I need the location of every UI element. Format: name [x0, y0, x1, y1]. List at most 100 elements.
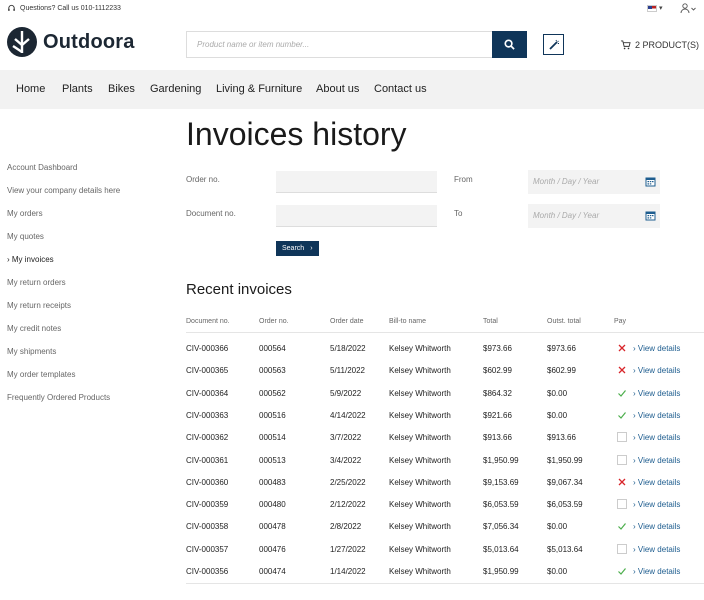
pay-checkbox[interactable] — [617, 543, 627, 554]
tree-logo-icon — [7, 27, 37, 57]
document-no-input[interactable] — [276, 205, 437, 227]
nav-bikes[interactable]: Bikes — [108, 83, 135, 95]
cart-link[interactable]: 2 PRODUCT(S) — [620, 40, 699, 50]
view-details-link[interactable]: › View details — [633, 366, 680, 375]
cart-icon — [620, 40, 631, 50]
sidebar-item-quotes[interactable]: My quotes — [7, 232, 44, 241]
to-label: To — [454, 209, 463, 218]
calendar-icon[interactable] — [645, 176, 656, 187]
order-no-input[interactable] — [276, 171, 437, 193]
cell-order-no: 000564 — [259, 344, 286, 353]
cell-order-date: 2/25/2022 — [330, 477, 366, 487]
cell-order-date: 2/8/2022 — [330, 522, 362, 532]
sidebar-item-return-orders[interactable]: My return orders — [7, 278, 66, 287]
chevron-down-icon[interactable]: ▾ — [659, 4, 663, 12]
search-button[interactable] — [492, 31, 527, 58]
unpaid-cross-icon — [617, 343, 627, 353]
search-input[interactable]: Product name or item number... — [186, 31, 492, 58]
calendar-icon[interactable] — [645, 210, 656, 221]
brand-logo[interactable]: Outdoora — [7, 27, 135, 57]
cell-bill-to-name: Kelsey Whitworth — [389, 366, 451, 376]
nav-living-furniture[interactable]: Living & Furniture — [216, 83, 302, 95]
cell-document-no: CIV-000356 — [186, 567, 229, 576]
pay-checkbox[interactable] — [617, 499, 627, 510]
cell-total: $7,056.34 — [483, 522, 519, 532]
unpaid-cross-icon — [617, 477, 627, 487]
nav-contact-us[interactable]: Contact us — [374, 83, 427, 95]
col-document-no: Document no. — [186, 318, 230, 325]
cell-order-date: 1/27/2022 — [330, 544, 366, 554]
sidebar-item-return-receipts[interactable]: My return receipts — [7, 301, 71, 310]
view-details-link[interactable]: › View details — [633, 389, 680, 398]
cell-order-no: 000474 — [259, 567, 286, 576]
nav-home[interactable]: Home — [16, 83, 45, 95]
view-details-link[interactable]: › View details — [633, 500, 680, 509]
cell-order-date: 1/14/2022 — [330, 567, 366, 576]
table-bottom-divider — [186, 583, 704, 584]
cell-document-no: CIV-000365 — [186, 366, 229, 376]
cell-bill-to-name: Kelsey Whitworth — [389, 522, 451, 532]
document-no-label: Document no. — [186, 209, 236, 218]
cell-order-no: 000476 — [259, 544, 286, 554]
cell-order-no: 000478 — [259, 522, 286, 532]
sidebar-item-credit-notes[interactable]: My credit notes — [7, 324, 61, 333]
nav-plants[interactable]: Plants — [62, 83, 93, 95]
cell-order-date: 2/12/2022 — [330, 500, 366, 510]
to-date-input[interactable]: Month / Day / Year — [528, 204, 660, 228]
cell-total: $864.32 — [483, 388, 512, 398]
cell-outstanding-total: $0.00 — [547, 388, 568, 398]
sidebar-item-dashboard[interactable]: Account Dashboard — [7, 163, 77, 172]
headset-icon — [8, 4, 15, 11]
pay-checkbox[interactable] — [617, 432, 627, 443]
view-details-link[interactable]: › View details — [633, 344, 680, 353]
from-date-input[interactable]: Month / Day / Year — [528, 170, 660, 194]
search-button-label: Search — [282, 245, 305, 252]
col-pay: Pay — [614, 318, 627, 325]
magic-wand-icon — [548, 39, 559, 50]
user-icon[interactable] — [680, 3, 696, 17]
table-row: CIV-000358 000478 2/8/2022 Kelsey Whitworth… — [0, 515, 704, 537]
table-row: CIV-000361 000513 3/4/2022 Kelsey Whitworth… — [0, 449, 704, 471]
paid-check-icon — [617, 388, 627, 398]
from-date-placeholder: Month / Day / Year — [533, 177, 600, 186]
recent-invoices-title: Recent invoices — [186, 281, 292, 298]
table-row: CIV-000364 000562 5/9/2022 Kelsey Whitworth… — [0, 382, 704, 404]
search-invoices-button[interactable]: Search › — [276, 241, 319, 256]
cell-order-date: 5/18/2022 — [330, 344, 366, 353]
cell-order-date: 3/7/2022 — [330, 433, 362, 443]
table-row: CIV-000362 000514 3/7/2022 Kelsey Whitworth… — [0, 426, 704, 448]
view-details-link[interactable]: › View details — [633, 522, 680, 531]
us-flag-icon[interactable] — [647, 5, 657, 12]
sidebar-item-company-details[interactable]: View your company details here — [7, 186, 120, 195]
view-details-link[interactable]: › View details — [633, 567, 680, 576]
to-date-placeholder: Month / Day / Year — [533, 211, 600, 220]
cell-outstanding-total: $0.00 — [547, 410, 568, 420]
view-details-link[interactable]: › View details — [633, 456, 680, 465]
view-details-link[interactable]: › View details — [633, 478, 680, 487]
cell-order-date: 5/11/2022 — [330, 366, 365, 376]
table-row: CIV-000356 000474 1/14/2022 Kelsey Whitwort… — [0, 560, 704, 582]
cell-order-no: 000483 — [259, 477, 286, 487]
quick-order-button[interactable] — [543, 34, 564, 55]
view-details-link[interactable]: › View details — [633, 433, 680, 442]
cell-bill-to-name: Kelsey Whitworth — [389, 344, 451, 353]
sidebar-item-orders[interactable]: My orders — [7, 209, 43, 218]
cell-total: $5,013.64 — [483, 544, 519, 554]
view-details-link[interactable]: › View details — [633, 411, 680, 420]
table-row: CIV-000359 000480 2/12/2022 Kelsey Whitwort… — [0, 493, 704, 515]
pay-checkbox[interactable] — [617, 454, 627, 465]
nav-gardening[interactable]: Gardening — [150, 83, 201, 95]
cell-document-no: CIV-000359 — [186, 500, 229, 510]
nav-about-us[interactable]: About us — [316, 83, 359, 95]
cell-order-no: 000516 — [259, 410, 286, 420]
table-row: CIV-000366 000564 5/18/2022 Kelsey Whitwort… — [0, 337, 704, 359]
cell-outstanding-total: $1,950.99 — [547, 455, 583, 465]
cell-document-no: CIV-000360 — [186, 477, 229, 487]
cell-order-date: 4/14/2022 — [330, 410, 366, 420]
cell-order-no: 000513 — [259, 455, 286, 465]
view-details-link[interactable]: › View details — [633, 545, 680, 554]
cell-bill-to-name: Kelsey Whitworth — [389, 500, 451, 510]
search-icon — [504, 39, 515, 50]
sidebar-item-invoices[interactable]: › My invoices — [7, 255, 54, 264]
cart-count: 2 PRODUCT(S) — [635, 40, 700, 50]
